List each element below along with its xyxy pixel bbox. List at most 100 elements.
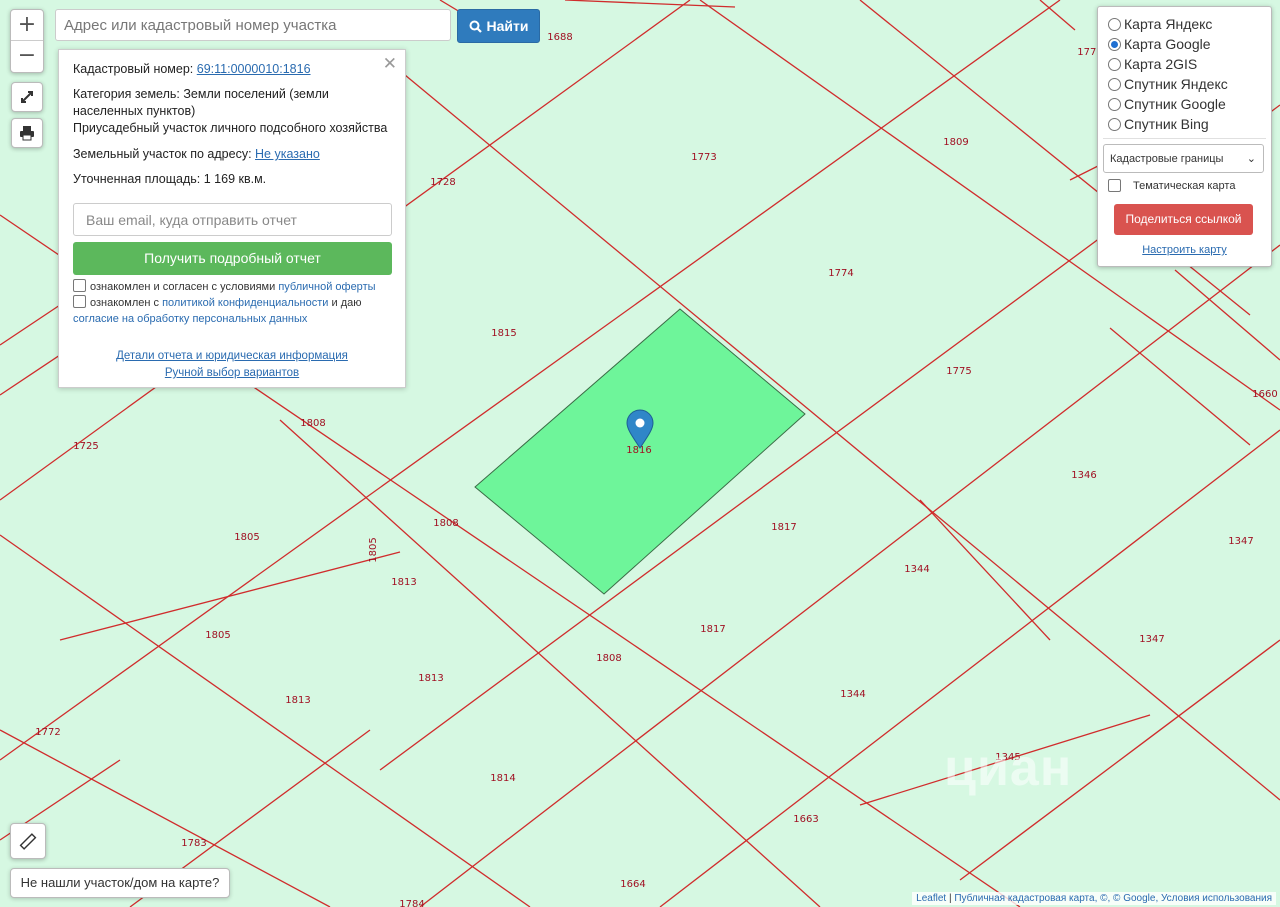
agree-privacy-row: ознакомлен с политикой конфиденциальност… — [73, 295, 395, 327]
cadastral-row: Кадастровый номер: 69:11:0000010:1816 — [73, 61, 391, 78]
parcel-label: 1783 — [181, 838, 206, 849]
get-report-button[interactable]: Получить подробный отчет — [73, 242, 392, 275]
parcel-label: 1688 — [547, 32, 572, 43]
divider — [1103, 138, 1266, 139]
parcel-label: 1813 — [391, 577, 416, 588]
parcel-label: 1344 — [840, 689, 865, 700]
overlay-select[interactable]: Кадастровые границы ⌄ — [1103, 144, 1264, 173]
parcel-label: 1660 — [1252, 389, 1277, 400]
category-row: Категория земель: Земли поселений (земли… — [73, 86, 391, 120]
parcel-label: 1815 — [491, 328, 516, 339]
layer-option-label: Спутник Bing — [1124, 116, 1209, 132]
share-link-button[interactable]: Поделиться ссылкой — [1114, 204, 1253, 235]
personal-data-link[interactable]: согласие на обработку персональных данны… — [73, 313, 307, 325]
agree-offer-checkbox[interactable] — [73, 279, 86, 292]
parcel-label: 1346 — [1071, 470, 1096, 481]
radio-icon — [1108, 117, 1121, 131]
layer-option-google-satellite[interactable]: Спутник Google — [1108, 94, 1226, 114]
email-field[interactable] — [73, 203, 392, 236]
parcel-label: 1813 — [285, 695, 310, 706]
parcel-label: 1805 — [368, 537, 379, 562]
attribution-source: Публичная кадастровая карта, ©, © Google… — [954, 893, 1272, 904]
parcel-label: 1813 — [418, 673, 443, 684]
parcel-label: 1808 — [300, 418, 325, 429]
configure-row: Настроить карту — [1098, 244, 1271, 256]
agree-privacy-checkbox[interactable] — [73, 295, 86, 308]
layer-option-label: Спутник Яндекс — [1124, 76, 1228, 92]
agree-privacy-text: ознакомлен с — [90, 297, 160, 309]
agree-offer-text: ознакомлен и согласен с условиями — [90, 281, 276, 293]
layer-option-bing-satellite[interactable]: Спутник Bing — [1108, 114, 1209, 134]
chevron-down-icon: ⌄ — [1246, 153, 1256, 165]
parcel-label: 1817 — [771, 522, 796, 533]
configure-map-link[interactable]: Настроить карту — [1142, 244, 1227, 256]
parcel-label: 1809 — [943, 137, 968, 148]
layer-option-label: Карта 2GIS — [1124, 56, 1198, 72]
print-icon — [20, 126, 34, 141]
address-link[interactable]: Не указано — [255, 147, 320, 161]
privacy-policy-link[interactable]: политикой конфиденциальности — [162, 297, 328, 309]
parcel-label: 1728 — [430, 177, 455, 188]
parcel-label: 1347 — [1139, 634, 1164, 645]
address-label: Земельный участок по адресу: — [73, 147, 252, 161]
area-row: Уточненная площадь: 1 169 кв.м. — [73, 171, 391, 188]
parcel-label: 1344 — [904, 564, 929, 575]
parcel-label: 1774 — [828, 268, 853, 279]
parcel-label: 1817 — [700, 624, 725, 635]
parcel-label: 1808 — [433, 518, 458, 529]
parcel-label: 1784 — [399, 899, 424, 907]
overlay-select-value: Кадастровые границы — [1110, 153, 1224, 165]
parcel-info-panel: ✕ Кадастровый номер: 69:11:0000010:1816 … — [58, 49, 406, 388]
thematic-map-label: Тематическая карта — [1133, 179, 1236, 192]
expand-icon — [21, 91, 33, 103]
layer-option-yandex-satellite[interactable]: Спутник Яндекс — [1108, 74, 1228, 94]
manual-row: Ручной выбор вариантов — [73, 365, 391, 382]
search-input[interactable] — [55, 9, 451, 41]
agree-privacy-mid: и даю — [331, 297, 362, 309]
manual-select-link[interactable]: Ручной выбор вариантов — [165, 367, 299, 379]
search-button[interactable]: Найти — [457, 9, 540, 43]
cadastral-label: Кадастровый номер: — [73, 62, 194, 76]
search-button-label: Найти — [486, 18, 529, 34]
measure-button[interactable] — [10, 823, 46, 859]
search-icon — [469, 20, 482, 33]
parcel-label: 1775 — [946, 366, 971, 377]
layer-option-label: Карта Яндекс — [1124, 16, 1213, 32]
ruler-icon — [19, 833, 37, 850]
layer-option-label: Спутник Google — [1124, 96, 1226, 112]
thematic-map-row: Тематическая карта — [1108, 179, 1235, 192]
zoom-control: + − — [10, 9, 44, 73]
radio-icon — [1108, 97, 1121, 111]
parcel-label: 1805 — [205, 630, 230, 641]
parcel-label: 1772 — [35, 727, 60, 738]
fullscreen-button[interactable] — [11, 82, 43, 112]
layer-switcher-panel: Карта Яндекс Карта Google Карта 2GIS Спу… — [1097, 6, 1272, 267]
radio-icon — [1108, 77, 1121, 91]
leaflet-link[interactable]: Leaflet — [916, 893, 946, 904]
zoom-in-button[interactable]: + — [11, 10, 43, 40]
agree-offer-row: ознакомлен и согласен с условиями публич… — [73, 279, 395, 295]
watermark-logo: циан — [944, 738, 1072, 798]
public-offer-link[interactable]: публичной оферты — [278, 281, 375, 293]
usage-text: Приусадебный участок личного подсобного … — [73, 121, 388, 135]
parcel-label: 1808 — [596, 653, 621, 664]
radio-icon — [1108, 57, 1121, 71]
parcel-label: 1664 — [620, 879, 645, 890]
parcel-label: 1805 — [234, 532, 259, 543]
thematic-map-checkbox[interactable] — [1108, 179, 1121, 192]
details-row: Детали отчета и юридическая информация — [73, 348, 391, 365]
layer-option-2gis-map[interactable]: Карта 2GIS — [1108, 54, 1197, 74]
details-link[interactable]: Детали отчета и юридическая информация — [116, 350, 348, 362]
layer-option-yandex-map[interactable]: Карта Яндекс — [1108, 14, 1212, 34]
cadastral-number-link[interactable]: 69:11:0000010:1816 — [197, 62, 311, 76]
layer-option-google-map[interactable]: Карта Google — [1108, 34, 1211, 54]
print-button[interactable] — [11, 118, 43, 148]
parcel-label: 1347 — [1228, 536, 1253, 547]
category-label: Категория земель: — [73, 87, 180, 101]
watermark-text: циан — [944, 739, 1073, 797]
not-found-button[interactable]: Не нашли участок/дом на карте? — [10, 868, 230, 898]
parcel-label: 1663 — [793, 814, 818, 825]
layer-option-label: Карта Google — [1124, 36, 1211, 52]
parcel-label: 1725 — [73, 441, 98, 452]
zoom-out-button[interactable]: − — [11, 40, 43, 71]
